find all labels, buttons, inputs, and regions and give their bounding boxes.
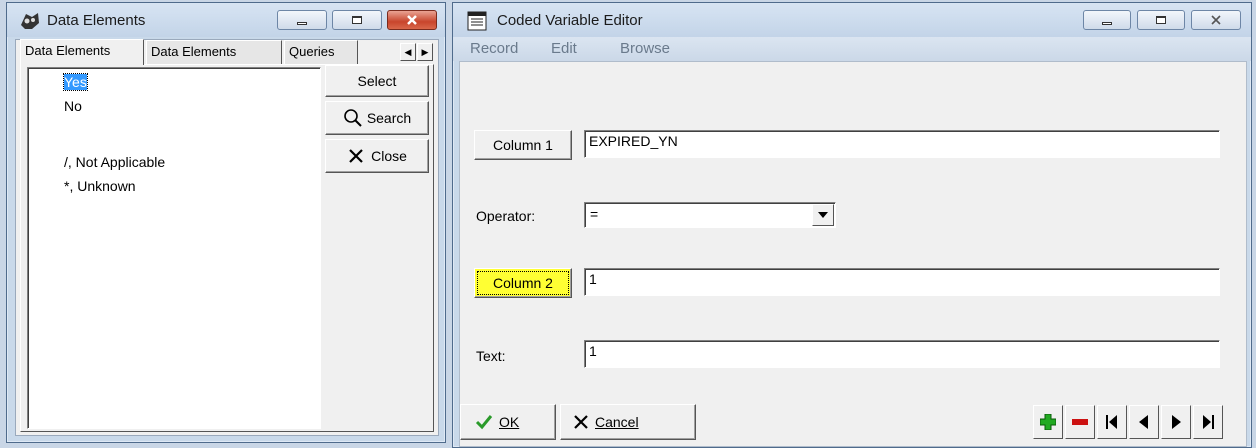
close-label: Close xyxy=(371,148,407,164)
text-label: Text: xyxy=(476,348,506,364)
values-list[interactable]: Yes No /, Not Applicable *, Unknown xyxy=(27,67,321,429)
cancel-x-icon xyxy=(574,415,588,429)
search-label: Search xyxy=(366,110,412,126)
data-elements-client: Data Elements Data Elements Queries ◀ ▶ … xyxy=(15,39,439,436)
close-button[interactable] xyxy=(1191,10,1241,30)
window-title: Data Elements xyxy=(47,12,146,29)
text-field[interactable]: 1 xyxy=(584,340,1220,368)
operator-select[interactable]: = xyxy=(584,202,836,228)
minimize-button[interactable] xyxy=(277,10,327,30)
tab-data-elements-2[interactable]: Data Elements xyxy=(146,40,282,64)
cancel-button[interactable]: Cancel xyxy=(560,404,696,440)
first-icon xyxy=(1106,415,1117,429)
list-item-no[interactable]: No xyxy=(64,98,82,114)
ok-button[interactable]: OK xyxy=(460,404,556,440)
first-record-button[interactable] xyxy=(1097,405,1127,439)
close-button[interactable] xyxy=(387,10,437,30)
minimize-button[interactable] xyxy=(1083,10,1131,30)
cancel-label: Cancel xyxy=(595,414,639,430)
menu-edit[interactable]: Edit xyxy=(551,40,577,57)
window-title: Coded Variable Editor xyxy=(497,12,643,29)
delete-record-button[interactable] xyxy=(1065,405,1095,439)
add-record-button[interactable] xyxy=(1033,405,1063,439)
ok-label: OK xyxy=(499,414,520,430)
left-arrow-icon: ◀ xyxy=(404,46,412,57)
column-1-label: Column 1 xyxy=(493,137,553,153)
operator-value: = xyxy=(590,206,599,222)
operator-label: Operator: xyxy=(476,208,536,224)
last-record-button[interactable] xyxy=(1193,405,1223,439)
editor-client: Column 1 EXPIRED_YN Operator: = Column 2… xyxy=(459,61,1247,447)
select-button[interactable]: Select xyxy=(325,65,429,97)
tab-label: Data Elements xyxy=(151,44,237,59)
list-item-not-applicable[interactable]: /, Not Applicable xyxy=(64,154,165,170)
operator-dropdown-button[interactable] xyxy=(812,204,834,226)
tab-queries[interactable]: Queries xyxy=(284,40,358,64)
maximize-button[interactable] xyxy=(332,10,382,30)
close-icon xyxy=(1211,15,1221,25)
menu-record[interactable]: Record xyxy=(470,40,518,57)
restore-icon xyxy=(352,16,362,24)
last-icon xyxy=(1203,415,1214,429)
minimize-icon xyxy=(1102,21,1112,25)
restore-icon xyxy=(1156,16,1166,24)
list-item-unknown[interactable]: *, Unknown xyxy=(64,178,136,194)
next-icon xyxy=(1172,415,1181,429)
next-record-button[interactable] xyxy=(1161,405,1191,439)
close-x-icon xyxy=(349,149,363,163)
column-2-field[interactable]: 1 xyxy=(584,268,1220,296)
search-icon xyxy=(344,109,362,127)
search-button[interactable]: Search xyxy=(325,101,429,135)
menu-browse[interactable]: Browse xyxy=(620,40,670,57)
tab-scroll-right-button[interactable]: ▶ xyxy=(417,43,433,61)
editor-titlebar[interactable]: Coded Variable Editor xyxy=(453,3,1251,37)
close-list-button[interactable]: Close xyxy=(325,139,429,173)
maximize-button[interactable] xyxy=(1137,10,1185,30)
tab-data-elements-1[interactable]: Data Elements xyxy=(20,39,144,65)
menubar: Record Edit Browse xyxy=(453,37,1251,61)
column-1-field[interactable]: EXPIRED_YN xyxy=(584,130,1220,158)
previous-icon xyxy=(1139,415,1148,429)
editor-app-icon xyxy=(467,11,487,31)
tab-label: Data Elements xyxy=(25,43,111,58)
data-elements-titlebar[interactable]: Data Elements xyxy=(7,3,445,37)
minus-icon xyxy=(1072,419,1088,425)
close-icon xyxy=(407,15,417,25)
column-2-button[interactable]: Column 2 xyxy=(474,268,572,298)
app-icon xyxy=(19,11,41,31)
data-elements-window: Data Elements Data Elements Data Element… xyxy=(6,2,446,443)
select-label: Select xyxy=(357,73,397,89)
tab-scroll-left-button[interactable]: ◀ xyxy=(400,43,416,61)
plus-icon xyxy=(1040,414,1056,430)
column-1-button[interactable]: Column 1 xyxy=(474,130,572,160)
tab-page: Yes No /, Not Applicable *, Unknown Sele… xyxy=(20,64,434,432)
column-2-label: Column 2 xyxy=(493,275,553,291)
coded-variable-editor-window: Coded Variable Editor Record Edit Browse… xyxy=(452,2,1252,448)
minimize-icon xyxy=(297,21,307,25)
check-icon xyxy=(475,415,493,430)
tab-label: Queries xyxy=(289,44,335,59)
list-item-yes[interactable]: Yes xyxy=(63,73,88,91)
right-arrow-icon: ▶ xyxy=(421,46,429,57)
previous-record-button[interactable] xyxy=(1129,405,1159,439)
chevron-down-icon xyxy=(818,212,828,218)
